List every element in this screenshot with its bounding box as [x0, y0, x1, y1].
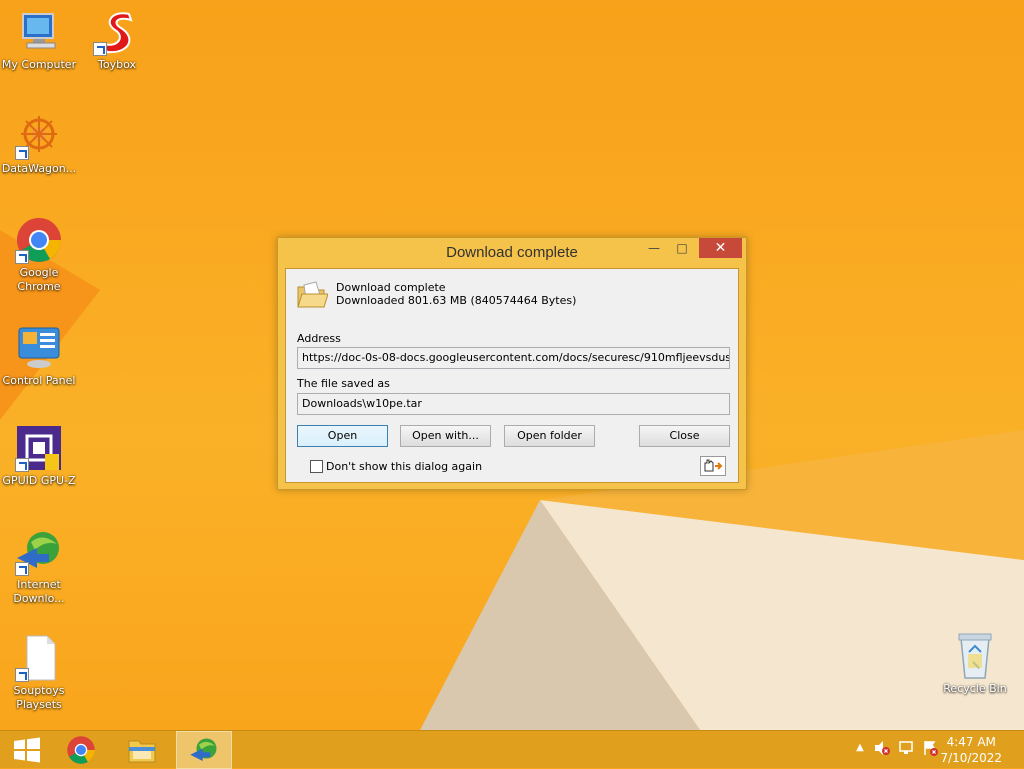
close-window-button[interactable]: ✕	[699, 238, 742, 258]
desktop-icon-label: Internet Downlo...	[13, 578, 65, 605]
action-center-flag-icon[interactable]	[922, 740, 938, 756]
taskbar-file-explorer[interactable]	[115, 731, 171, 769]
clock-date: 7/10/2022	[940, 751, 1002, 765]
taskbar-idm[interactable]	[176, 731, 232, 769]
download-complete-dialog: Download complete — □ ✕ Download complet…	[277, 237, 747, 490]
desktop-icon-souptoys[interactable]: Souptoys Playsets	[1, 634, 77, 712]
open-button[interactable]: Open	[297, 425, 388, 447]
clock[interactable]: 4:47 AM 7/10/2022	[940, 734, 1002, 766]
download-size-text: Downloaded 801.63 MB (840574464 Bytes)	[336, 294, 577, 307]
start-button[interactable]	[0, 731, 56, 769]
desktop-icon-my-computer[interactable]: My Computer	[1, 8, 77, 72]
saved-as-field[interactable]: Downloads\w10pe.tar	[297, 393, 730, 415]
dialog-body: Download complete Downloaded 801.63 MB (…	[285, 268, 739, 483]
shortcut-arrow-icon	[15, 668, 29, 682]
desktop-icon-internet-download-manager[interactable]: Internet Downlo...	[1, 528, 77, 606]
minimize-button[interactable]: —	[647, 238, 661, 258]
gpu-z-icon	[15, 424, 63, 472]
shortcut-arrow-icon	[15, 562, 29, 576]
desktop-icon-toybox[interactable]: Toybox	[79, 8, 155, 72]
open-folder-button[interactable]: Open folder	[504, 425, 595, 447]
control-panel-icon	[15, 324, 63, 372]
desktop-icon-google-chrome[interactable]: Google Chrome	[1, 216, 77, 294]
desktop-icon-label: GPUID GPU-Z	[2, 474, 76, 487]
shortcut-arrow-icon	[93, 42, 107, 56]
chrome-icon	[15, 216, 63, 264]
desktop-icon-recycle-bin[interactable]: Recycle Bin	[937, 632, 1013, 696]
shortcut-arrow-icon	[15, 146, 29, 160]
maximize-button[interactable]: □	[675, 238, 689, 258]
taskbar-chrome[interactable]	[54, 731, 110, 769]
start-icon	[14, 737, 40, 763]
idm-icon	[190, 738, 217, 761]
chrome-icon	[67, 736, 95, 764]
desktop-icon-label: Google Chrome	[17, 266, 61, 293]
address-field[interactable]: https://doc-0s-08-docs.googleusercontent…	[297, 347, 730, 369]
desktop-icon-label: Control Panel	[2, 374, 76, 387]
show-hidden-icons-icon[interactable]: ▲	[852, 740, 868, 756]
dialog-titlebar[interactable]: Download complete — □ ✕	[278, 238, 746, 267]
toybox-icon	[93, 8, 141, 56]
volume-muted-icon[interactable]	[874, 740, 890, 756]
saved-as-label: The file saved as	[297, 377, 390, 390]
shortcut-arrow-icon	[15, 458, 29, 472]
dont-show-checkbox[interactable]	[310, 460, 323, 473]
idm-icon	[15, 528, 63, 576]
desktop-icon-label: Recycle Bin	[943, 682, 1007, 695]
shortcut-arrow-icon	[15, 250, 29, 264]
download-heading: Download complete	[336, 281, 446, 294]
network-icon[interactable]	[898, 740, 914, 756]
desktop-icon-label: My Computer	[1, 58, 77, 71]
clock-time: 4:47 AM	[946, 735, 996, 749]
file-explorer-icon	[128, 740, 156, 763]
folder-icon	[296, 279, 329, 311]
desktop-icon-label: Toybox	[98, 58, 136, 71]
close-button[interactable]: Close	[639, 425, 730, 447]
address-label: Address	[297, 332, 341, 345]
desktop-icon-label: DataWagon...	[1, 162, 77, 175]
recycle-bin-icon	[951, 632, 999, 680]
datawagon-icon	[15, 112, 63, 160]
open-with-button[interactable]: Open with...	[400, 425, 491, 447]
desktop-icon-control-panel[interactable]: Control Panel	[1, 324, 77, 388]
computer-icon	[15, 8, 63, 56]
taskbar: ▲ 4:47 AM 7/10/2022	[0, 730, 1024, 769]
dont-show-label: Don't show this dialog again	[326, 460, 483, 473]
desktop-icon-label: Souptoys Playsets	[13, 684, 65, 711]
file-icon	[15, 634, 63, 682]
desktop-icon-gpu-z[interactable]: GPUID GPU-Z	[1, 424, 77, 488]
hand-pointer-icon[interactable]	[700, 456, 726, 476]
desktop-icon-datawagon[interactable]: DataWagon...	[1, 112, 77, 176]
